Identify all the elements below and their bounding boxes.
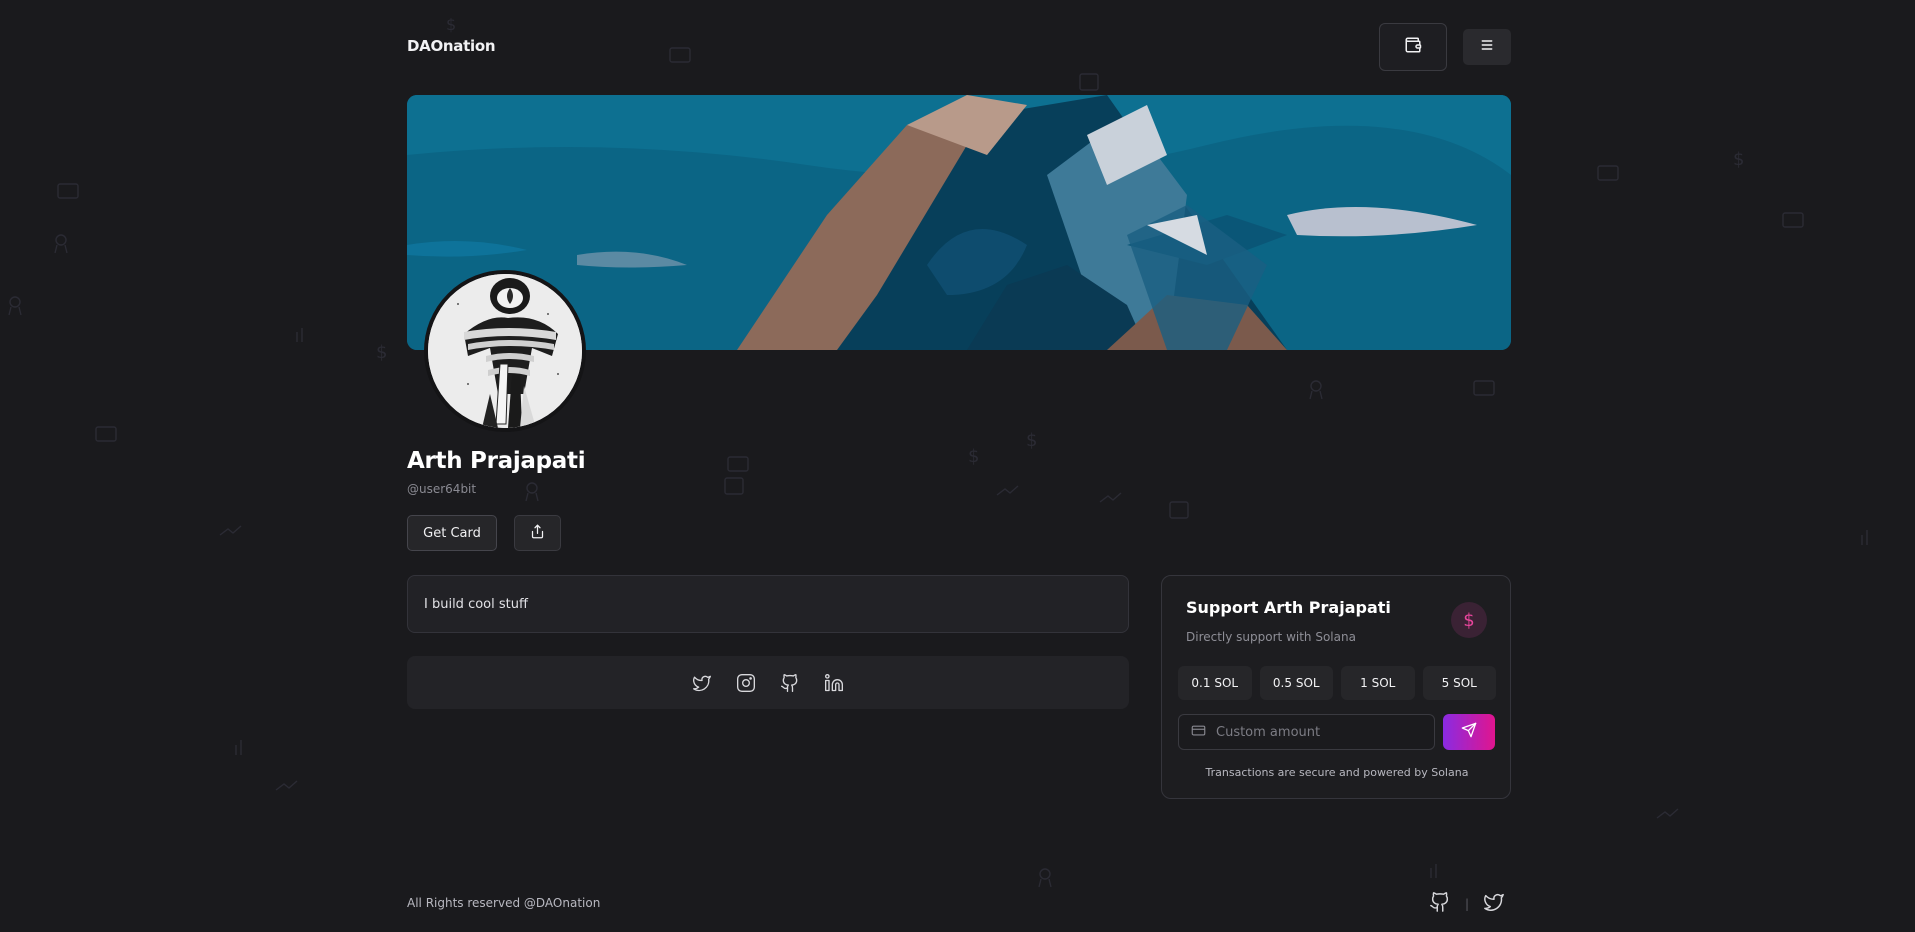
support-card: Support Arth Prajapati Directly support … [1161,575,1511,799]
svg-text:$: $ [1733,149,1744,170]
amount-button-0.5[interactable]: 0.5 SOL [1259,666,1333,700]
wallet-icon [1404,36,1422,58]
profile-handle: @user64bit [407,482,477,496]
custom-amount-input[interactable] [1216,724,1416,740]
github-icon[interactable] [779,672,801,694]
amount-button-0.1[interactable]: 0.1 SOL [1178,666,1252,700]
send-icon [1461,722,1477,742]
menu-icon [1479,37,1495,57]
credit-card-icon [1191,723,1206,742]
get-card-button[interactable]: Get Card [407,515,497,551]
twitter-icon[interactable] [691,672,713,694]
share-button[interactable] [514,515,561,551]
footer-links: | [1429,891,1505,917]
bio-text: I build cool stuff [424,596,528,612]
share-icon [530,524,545,543]
secure-note: Transactions are secure and powered by S… [1205,766,1469,779]
profile-name: Arth Prajapati [407,448,586,474]
svg-text:$: $ [376,342,387,363]
amount-button-5[interactable]: 5 SOL [1422,666,1496,700]
bio-card: I build cool stuff [407,575,1129,633]
dollar-icon: $ [1451,602,1487,638]
footer-copyright: All Rights reserved @DAOnation [407,896,601,910]
amount-button-1[interactable]: 1 SOL [1341,666,1415,700]
custom-amount-field[interactable] [1178,714,1435,750]
menu-button[interactable] [1463,29,1511,65]
avatar [424,270,586,432]
logo[interactable]: DAOnation [407,37,496,55]
linkedin-icon[interactable] [823,672,845,694]
page-container: DAOnation Arth Prajapati @user64bit Get … [407,0,1511,932]
social-links [407,656,1129,709]
wallet-button[interactable] [1379,23,1447,71]
twitter-icon[interactable] [1483,891,1505,917]
send-button[interactable] [1443,714,1495,750]
footer-separator: | [1465,897,1470,911]
amount-options: 0.1 SOL 0.5 SOL 1 SOL 5 SOL [1178,666,1496,700]
instagram-icon[interactable] [735,672,757,694]
support-title: Support Arth Prajapati [1186,598,1391,617]
support-subtitle: Directly support with Solana [1186,630,1356,644]
github-icon[interactable] [1429,891,1451,917]
